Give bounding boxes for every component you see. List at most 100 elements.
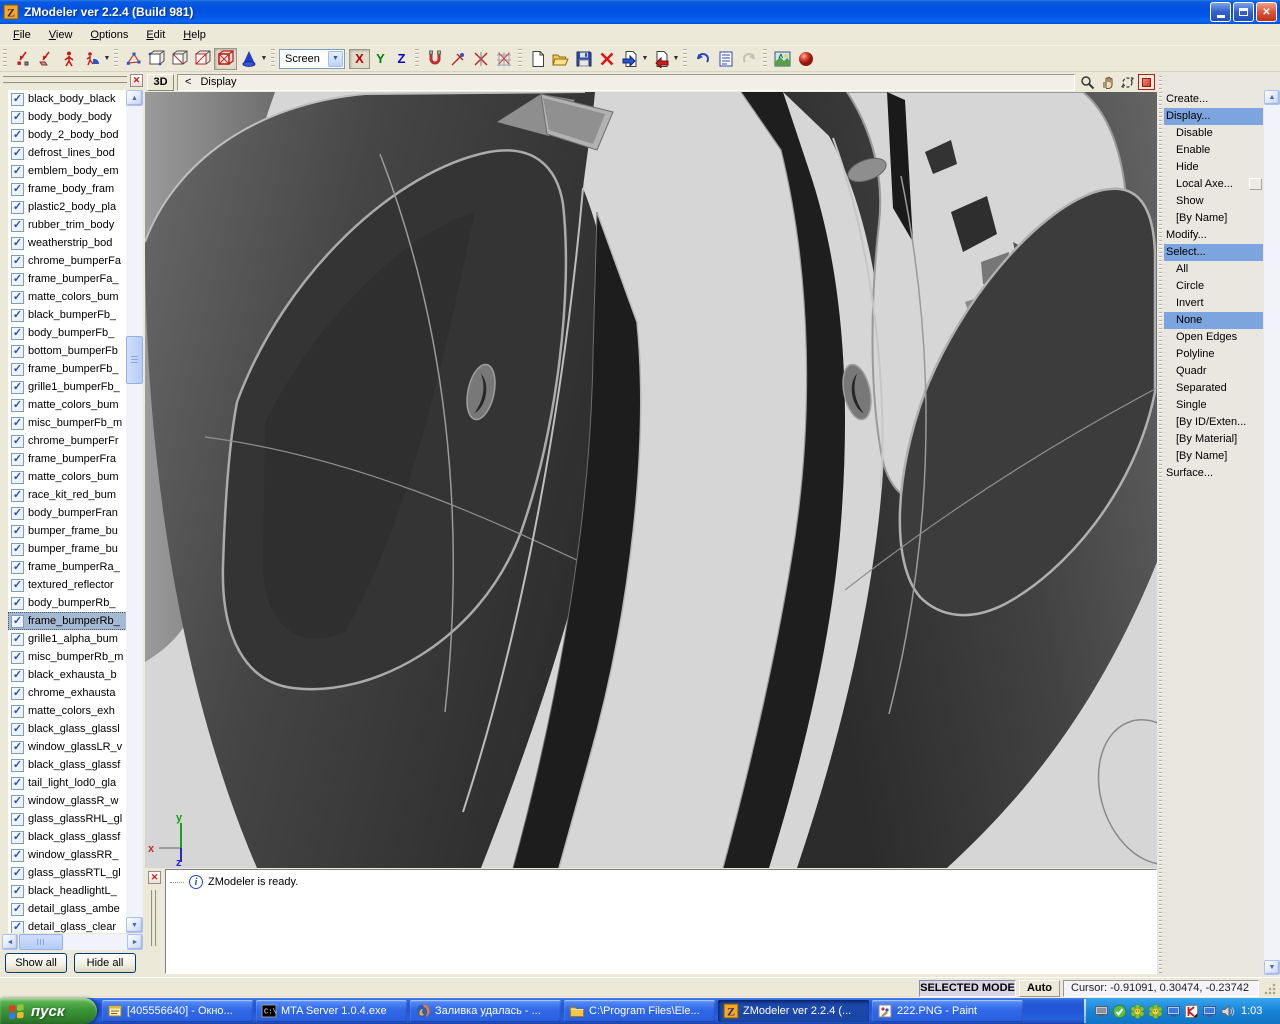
list-item[interactable]: ✓ weatherstrip_bod [8,234,143,252]
space-combo[interactable]: Screen ▼ [279,48,345,69]
checkbox-icon[interactable]: ✓ [11,740,24,754]
redo-button[interactable] [737,48,760,70]
export-dropdown[interactable]: ▼ [672,48,680,70]
chevron-down-icon[interactable]: ▼ [328,50,343,67]
snap-grid-button[interactable] [492,48,515,70]
hide-all-button[interactable]: Hide all [74,953,136,973]
checkbox-icon[interactable]: ✓ [11,758,24,772]
cone-primitive-button[interactable] [237,48,260,70]
list-item[interactable]: ✓ matte_colors_exh [8,702,143,720]
list-item[interactable]: ✓ frame_bumperRb_ [8,612,143,630]
checkbox-icon[interactable]: ✓ [11,686,24,700]
list-item[interactable]: ✓ plastic2_body_pla [8,198,143,216]
command-by-id-exten[interactable]: [By ID/Exten... [1164,414,1263,431]
checkbox-icon[interactable]: ✓ [11,398,24,412]
close-button[interactable]: ✕ [1256,2,1277,22]
zoom-tool-button[interactable] [1078,74,1096,91]
scroll-down-icon[interactable]: ▼ [126,917,143,933]
minimize-button[interactable] [1210,2,1231,22]
kaspersky-tray-icon[interactable] [1184,1004,1199,1019]
list-item[interactable]: ✓ frame_body_fram [8,180,143,198]
view-wireframe-button[interactable] [145,48,168,70]
checkbox-icon[interactable]: ✓ [11,632,24,646]
scroll-down-icon[interactable]: ▼ [1264,960,1280,975]
history-log-button[interactable] [714,48,737,70]
checkbox-icon[interactable]: ✓ [11,506,24,520]
maximize-button[interactable] [1233,2,1254,22]
list-item[interactable]: ✓ bumper_frame_bu [8,540,143,558]
toolbar-grip[interactable] [763,48,767,69]
list-item[interactable]: ✓ body_bumperRb_ [8,594,143,612]
undo-button[interactable] [691,48,714,70]
select-mode-button[interactable] [80,48,103,70]
import-dropdown[interactable]: ▼ [641,48,649,70]
checkbox-icon[interactable]: ✓ [11,236,24,250]
icq-flower-tray-icon[interactable] [1130,1003,1145,1019]
list-item[interactable]: ✓ black_glass_glassl [8,720,143,738]
menu-options[interactable]: Options [81,26,137,44]
list-item[interactable]: ✓ body_bumperFb_ [8,324,143,342]
network-tray-icon[interactable] [1202,1004,1217,1019]
list-item[interactable]: ✓ glass_glassRTL_gl [8,864,143,882]
list-item[interactable]: ✓ matte_colors_bum [8,288,143,306]
commands-scrollbar[interactable]: ▲ ▼ [1264,90,1280,975]
list-item[interactable]: ✓ frame_bumperFa_ [8,270,143,288]
checkbox-icon[interactable]: ✓ [11,704,24,718]
magnet-snap-button[interactable] [423,48,446,70]
command-local-axe[interactable]: Local Axe... [1164,176,1263,193]
checkbox-icon[interactable]: ✓ [11,866,24,880]
command-by-material[interactable]: [By Material] [1164,431,1263,448]
list-item[interactable]: ✓ black_headlightL_ [8,882,143,900]
checkbox-icon[interactable]: ✓ [11,128,24,142]
checkbox-icon[interactable]: ✓ [11,524,24,538]
close-panel-button[interactable]: ✕ [130,74,143,87]
list-item[interactable]: ✓ emblem_body_em [8,162,143,180]
list-item[interactable]: ✓ frame_bumperFb_ [8,360,143,378]
command-modify[interactable]: Modify... [1164,227,1263,244]
toolbar-grip[interactable] [415,48,419,69]
checkbox-icon[interactable]: ✓ [11,470,24,484]
select-faces-button[interactable] [34,48,57,70]
icq-flower-tray-icon[interactable] [1148,1003,1163,1019]
select-mode-dropdown[interactable]: ▼ [103,48,111,70]
command-show[interactable]: Show [1164,193,1263,210]
list-item[interactable]: ✓ grille1_bumperFb_ [8,378,143,396]
command-none[interactable]: None [1164,312,1263,329]
checkbox-icon[interactable]: ✓ [11,560,24,574]
log-panel-grip[interactable] [151,890,157,946]
back-arrow[interactable]: < [185,76,191,88]
list-item[interactable]: ✓ body_2_body_bod [8,126,143,144]
list-item[interactable]: ✓ bottom_bumperFb [8,342,143,360]
checkbox-icon[interactable]: ✓ [11,776,24,790]
open-file-button[interactable] [549,48,572,70]
view-solid-button[interactable] [168,48,191,70]
axis-x-button[interactable]: X [349,48,370,69]
list-item[interactable]: ✓ glass_glassRHL_gl [8,810,143,828]
update-check-tray-icon[interactable] [1112,1004,1127,1019]
command-hide[interactable]: Hide [1164,159,1263,176]
toolbar-grip[interactable] [518,48,522,69]
checkbox-icon[interactable]: ✓ [11,164,24,178]
list-item[interactable]: ✓ detail_glass_clear [8,918,143,933]
checkbox-icon[interactable]: ✓ [11,902,24,916]
list-item[interactable]: ✓ body_body_body [8,108,143,126]
list-item[interactable]: ✓ defrost_lines_bod [8,144,143,162]
view-textured-button[interactable] [214,47,237,70]
taskbar-task[interactable]: Z ZModeler ver 2.2.4 (... [718,1000,869,1022]
list-item[interactable]: ✓ body_bumperFran [8,504,143,522]
checkbox-icon[interactable]: ✓ [11,452,24,466]
menu-file[interactable]: File [4,26,40,44]
local-axes-box[interactable] [1249,178,1262,190]
scroll-up-icon[interactable]: ▲ [1264,90,1280,105]
checkbox-icon[interactable]: ✓ [11,254,24,268]
taskbar-task[interactable]: C:\ MTA Server 1.0.4.exe [256,1000,407,1022]
taskbar-task[interactable]: Заливка удалась - ... [410,1000,561,1022]
scroll-right-icon[interactable]: ► [127,934,143,950]
checkbox-icon[interactable]: ✓ [11,272,24,286]
checkbox-icon[interactable]: ✓ [11,596,24,610]
list-item[interactable]: ✓ black_glass_glassf [8,828,143,846]
panel-grip[interactable] [3,76,127,80]
checkbox-icon[interactable]: ✓ [11,182,24,196]
scrollbar-thumb[interactable] [126,336,143,384]
command-separated[interactable]: Separated [1164,380,1263,397]
